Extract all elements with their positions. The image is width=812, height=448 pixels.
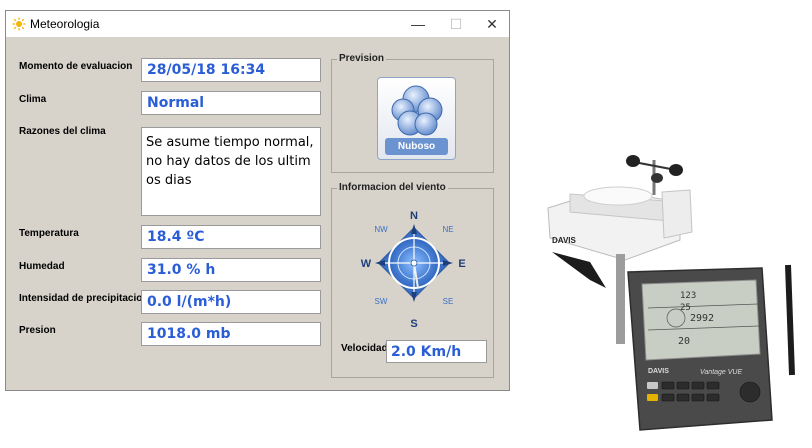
clima-label: Clima	[19, 94, 47, 105]
device-model: Vantage VUE	[700, 369, 742, 376]
prevision-group-title: Prevision	[337, 53, 387, 64]
clima-field[interactable]: Normal	[141, 91, 321, 115]
razones-textarea[interactable]: Se asume tiempo normal, no hay datos de …	[141, 127, 321, 216]
razones-label: Razones del clima	[19, 126, 106, 137]
compass-w: W	[361, 258, 372, 270]
forecast-label: Nuboso	[397, 141, 436, 152]
minimize-button[interactable]: —	[400, 11, 436, 37]
forecast-button[interactable]: Nuboso	[377, 77, 456, 160]
console-reading-2: 25	[680, 303, 691, 313]
compass-se: SE	[443, 297, 454, 306]
compass-nw: NW	[374, 225, 388, 234]
precipitacion-label: Intensidad de precipitacion	[19, 293, 149, 304]
console-reading-3: 2992	[690, 313, 714, 324]
device-brand-top: DAVIS	[552, 236, 577, 245]
precipitacion-field[interactable]: 0.0 l/(m*h)	[141, 290, 321, 314]
compass-n: N	[410, 210, 418, 222]
wind-compass: N S W E NW NE SW SE	[361, 210, 466, 330]
close-button[interactable]: ✕	[474, 11, 510, 37]
humedad-label: Humedad	[19, 261, 65, 272]
console-reading-1: 123	[680, 291, 696, 301]
momento-field[interactable]: 28/05/18 16:34	[141, 58, 321, 82]
viento-group-title: Informacion del viento	[337, 182, 448, 193]
title-bar: Meteorologia — ☐ ✕	[6, 11, 509, 37]
sun-icon	[12, 17, 26, 31]
window-title: Meteorologia	[30, 17, 100, 31]
velocidad-field[interactable]: 2.0 Km/h	[386, 340, 487, 363]
temperatura-field[interactable]: 18.4 ºC	[141, 225, 321, 249]
temperatura-label: Temperatura	[19, 228, 79, 239]
compass-ne: NE	[442, 225, 453, 234]
compass-e: E	[458, 258, 465, 270]
console-reading-4: 20	[678, 336, 690, 347]
humedad-field[interactable]: 31.0 % h	[141, 258, 321, 282]
velocidad-label: Velocidad	[341, 343, 388, 354]
device-brand: DAVIS	[648, 368, 669, 375]
maximize-button[interactable]: ☐	[438, 11, 474, 37]
presion-field[interactable]: 1018.0 mb	[141, 322, 321, 346]
compass-sw: SW	[375, 297, 388, 306]
cloud-icon	[391, 85, 443, 136]
weather-station-image: DAVIS 123 25 2992 20 DAVIS Vantage VUE	[547, 155, 795, 431]
meteorologia-window: Meteorologia — ☐ ✕ Momento de evaluacion…	[5, 10, 510, 391]
momento-label: Momento de evaluacion	[19, 61, 133, 72]
presion-label: Presion	[19, 325, 56, 336]
compass-s: S	[410, 318, 417, 330]
